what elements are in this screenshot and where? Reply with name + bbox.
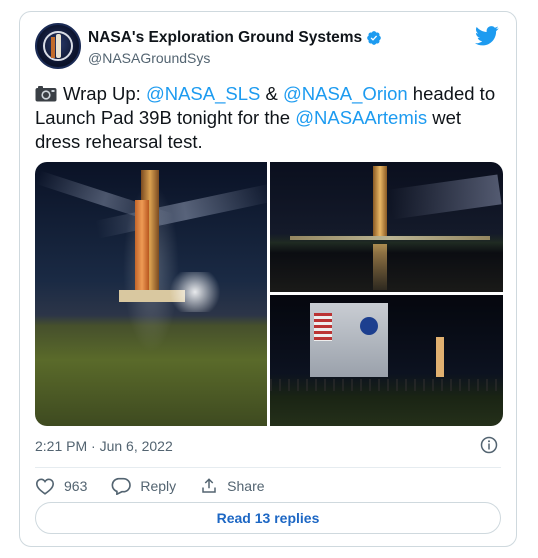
photo-rocket-reflection[interactable] [270, 162, 503, 292]
twitter-bird-icon[interactable] [475, 26, 499, 46]
share-button[interactable]: Share [200, 477, 265, 495]
us-flag [314, 313, 332, 341]
reply-bubble-icon [111, 477, 132, 495]
media-grid [35, 162, 503, 426]
nasa-logo-icon [360, 317, 378, 335]
reply-label: Reply [140, 478, 177, 494]
sls-rocket [436, 337, 444, 377]
author-name-row[interactable]: NASA's Exploration Ground Systems [88, 28, 382, 47]
mention-nasa-orion[interactable]: @NASA_Orion [283, 83, 408, 104]
tweet-timestamp[interactable]: 2:21 PM · Jun 6, 2022 [35, 438, 173, 454]
tweet-text-seg-0: Wrap Up: [63, 83, 146, 104]
avatar-tower [51, 37, 55, 58]
author-display-name[interactable]: NASA's Exploration Ground Systems [88, 28, 362, 47]
heart-icon [35, 478, 55, 495]
like-button[interactable]: 963 [35, 477, 87, 495]
share-label: Share [227, 478, 265, 494]
divider [35, 467, 501, 468]
mention-nasa-artemis[interactable]: @NASAArtemis [295, 107, 427, 128]
water-reflection [373, 244, 387, 290]
launch-tower [373, 166, 387, 236]
tweet-card: NASA's Exploration Ground Systems @NASAG… [19, 11, 517, 547]
author-block: NASA's Exploration Ground Systems @NASAG… [88, 28, 382, 66]
light-glow [165, 272, 225, 312]
author-handle[interactable]: @NASAGroundSys [88, 50, 382, 66]
camera-icon [35, 86, 57, 102]
read-replies-button[interactable]: Read 13 replies [35, 502, 501, 534]
like-count: 963 [64, 478, 88, 494]
avatar-rocket [56, 34, 61, 58]
verified-badge-icon [367, 30, 381, 45]
reply-button[interactable]: Reply [111, 477, 176, 495]
photo-vehicle-assembly-building[interactable] [270, 295, 503, 426]
shoreline-lights [290, 236, 490, 240]
mention-nasa-sls[interactable]: @NASA_SLS [146, 83, 260, 104]
tweet-text: Wrap Up: @NASA_SLS & @NASA_Orion headed … [35, 82, 505, 154]
avatar[interactable] [35, 23, 81, 69]
fence [270, 379, 503, 391]
info-icon[interactable] [480, 436, 498, 454]
sls-rocket [135, 200, 149, 294]
photo-rocket-at-night[interactable] [35, 162, 275, 426]
action-bar: 963 Reply Share [35, 474, 289, 498]
searchlight-beam [388, 174, 502, 220]
share-icon [202, 478, 216, 493]
tweet-text-seg-2: & [260, 83, 283, 104]
